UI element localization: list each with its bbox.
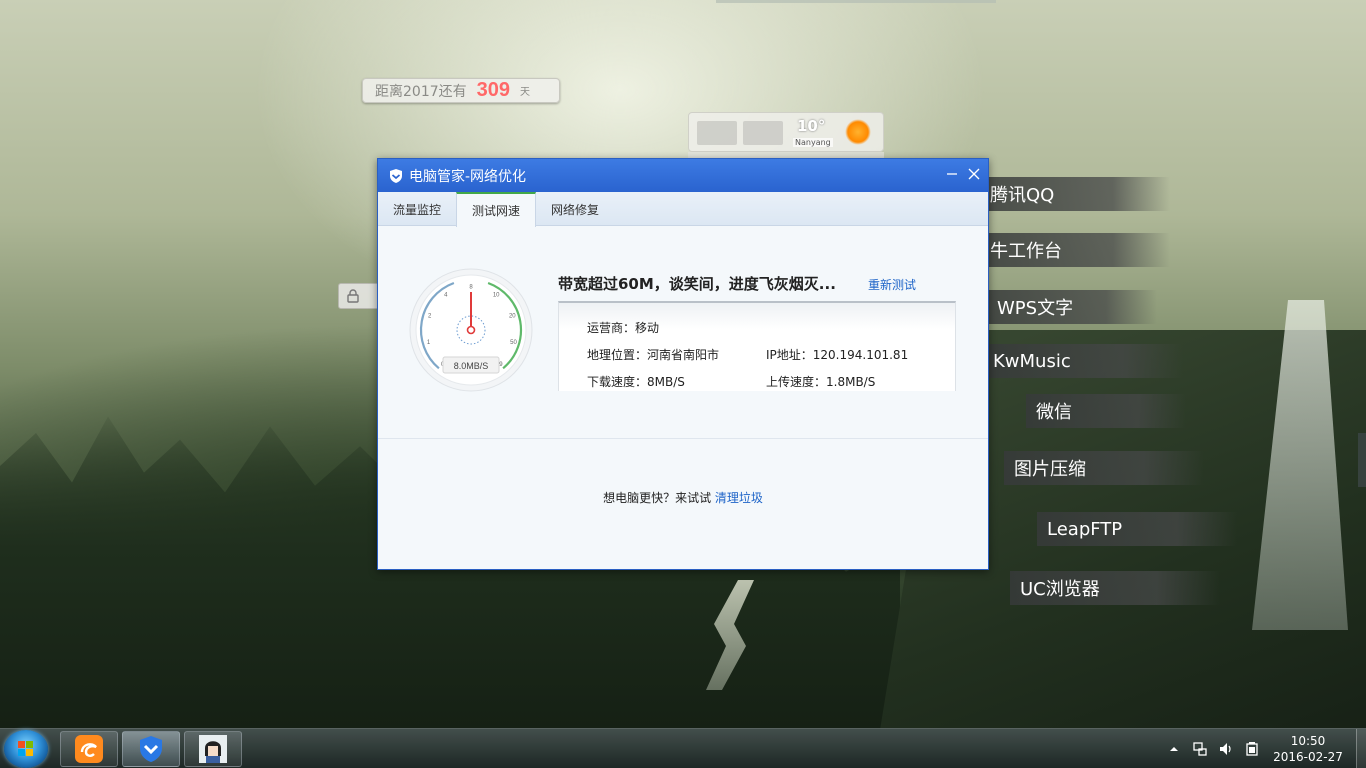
launcher-item-leapftp[interactable]: LeapFTP: [1037, 512, 1237, 546]
gauge-tick-label: 50: [510, 340, 517, 346]
shield-icon: [390, 168, 402, 183]
gauge-tick-label: 20: [509, 314, 516, 320]
shield-icon: [140, 736, 162, 762]
launcher-label: KwMusic: [993, 350, 1071, 372]
launcher-label: 图片压缩: [1014, 459, 1086, 480]
launcher-item-kwmusic[interactable]: KwMusic: [983, 344, 1183, 378]
weather-block-1: [697, 121, 737, 145]
battery-icon[interactable]: [1244, 741, 1260, 757]
clean-junk-link[interactable]: 清理垃圾: [715, 491, 763, 505]
launcher-item-workbench[interactable]: 牛工作台: [980, 233, 1170, 267]
launcher-label: UC浏览器: [1020, 579, 1100, 600]
taskbar-pc-manager-button[interactable]: [122, 731, 180, 767]
launcher-item-qq[interactable]: 腾讯QQ: [980, 177, 1170, 211]
download-speed-info: 下载速度：8MB/S: [587, 375, 685, 389]
tab-bar: 流量监控 测试网速 网络修复: [378, 192, 988, 227]
launcher-item-wps[interactable]: WPS文字: [987, 290, 1157, 324]
uc-icon: [75, 735, 103, 763]
taskbar-image-viewer-button[interactable]: [184, 731, 242, 767]
gauge-readout: 8.0MB/S: [454, 361, 489, 371]
content-divider: [378, 438, 988, 439]
windows-logo-icon: [18, 741, 33, 756]
pc-manager-window: 电脑管家-网络优化 流量监控 测试网速 网络修复 0124810205099 8…: [377, 158, 989, 570]
window-title: 电脑管家-网络优化: [409, 168, 527, 185]
system-tray: [1168, 729, 1260, 768]
ip-info: IP地址：120.194.101.81: [766, 348, 909, 362]
weather-block-2: [743, 121, 783, 145]
countdown-gadget[interactable]: 距离2017还有 309 天: [362, 78, 560, 103]
minimize-button[interactable]: [942, 165, 962, 185]
launcher-item-wechat[interactable]: 微信: [1026, 394, 1186, 428]
show-desktop-button[interactable]: [1356, 729, 1366, 768]
retest-link[interactable]: 重新测试: [868, 276, 916, 293]
gauge-hub: [466, 325, 476, 335]
clock-date: 2016-02-27: [1273, 750, 1343, 764]
volume-icon[interactable]: [1218, 741, 1234, 757]
location-info: 地理位置：河南省南阳市: [587, 348, 720, 362]
countdown-unit: 天: [520, 87, 531, 98]
promo-text: 想电脑更快？来试试: [603, 491, 712, 505]
weather-gadget[interactable]: 10° Nanyang: [688, 112, 884, 152]
taskbar-clock[interactable]: 10:50 2016-02-27: [1268, 733, 1348, 765]
network-icon[interactable]: [1192, 741, 1208, 757]
speed-result-headline: 带宽超过60M，谈笑间，进度飞灰烟灭...: [558, 275, 836, 293]
minimize-icon: [947, 173, 957, 175]
taskbar-uc-browser-button[interactable]: [60, 731, 118, 767]
clock-time: 10:50: [1290, 734, 1326, 748]
start-button[interactable]: [4, 730, 48, 768]
weather-city: Nanyang: [793, 138, 833, 147]
upload-speed-info: 上传速度：1.8MB/S: [766, 375, 876, 389]
launcher-label: 微信: [1036, 402, 1072, 423]
sun-icon: [845, 119, 871, 145]
lock-gadget[interactable]: [338, 283, 380, 309]
side-edge-indicator: [1358, 433, 1366, 487]
gauge-tick-label: 10: [493, 293, 500, 299]
launcher-label: WPS文字: [997, 298, 1074, 319]
show-hidden-icons-icon[interactable]: [1168, 743, 1180, 755]
launcher-item-uc-browser[interactable]: UC浏览器: [1010, 571, 1220, 605]
launcher-label: LeapFTP: [1047, 518, 1123, 540]
launcher-label: 牛工作台: [990, 241, 1062, 262]
top-gadget-strip: [716, 0, 996, 3]
weather-temperature: 10°: [797, 117, 826, 135]
speed-gauge: 0124810205099 8.0MB/S: [409, 268, 533, 392]
tab-speed-test[interactable]: 测试网速: [456, 192, 537, 227]
tab-network-repair[interactable]: 网络修复: [536, 192, 614, 226]
taskbar: 10:50 2016-02-27: [0, 728, 1366, 768]
window-titlebar[interactable]: 电脑管家-网络优化: [378, 159, 988, 192]
lock-icon: [347, 289, 359, 303]
launcher-item-image-compress[interactable]: 图片压缩: [1004, 451, 1204, 485]
launcher-label: 腾讯QQ: [990, 185, 1055, 206]
countdown-label: 距离2017还有: [375, 83, 467, 100]
isp-info: 运营商：移动: [587, 321, 660, 335]
close-icon: [968, 168, 980, 180]
tab-traffic-monitor[interactable]: 流量监控: [378, 192, 456, 226]
network-info-panel: 运营商：移动 地理位置：河南省南阳市 IP地址：120.194.101.81 下…: [558, 301, 956, 391]
anime-avatar-icon: [199, 735, 227, 763]
countdown-value: 309: [476, 79, 511, 101]
promo-line: 想电脑更快？来试试 清理垃圾: [378, 489, 988, 506]
close-button[interactable]: [964, 165, 984, 185]
